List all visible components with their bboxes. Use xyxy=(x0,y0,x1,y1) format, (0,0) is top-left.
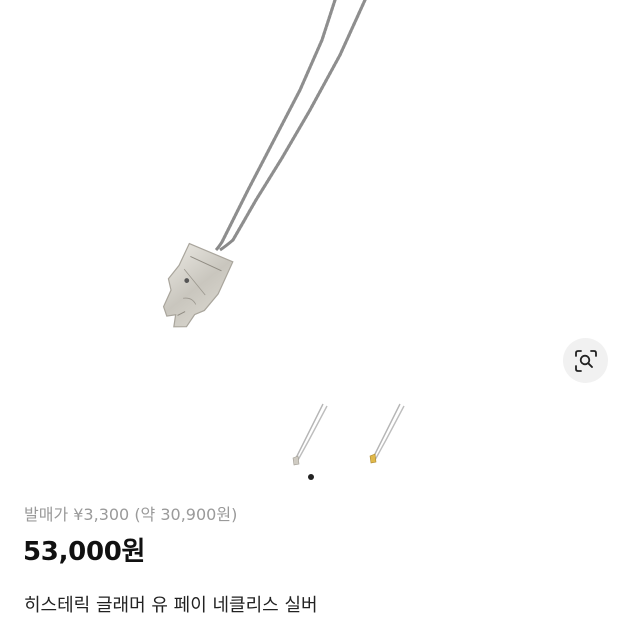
thumbnail-strip xyxy=(0,398,620,468)
product-price: 53,000원 xyxy=(23,537,146,567)
thumbnail-silver[interactable] xyxy=(275,398,345,468)
original-price: 발매가 ¥3,300 (약 30,900원) xyxy=(24,505,238,524)
product-main-image[interactable] xyxy=(0,0,620,395)
gold-necklace-thumbnail xyxy=(369,403,405,464)
product-title: 히스테릭 글래머 유 페이 네클리스 실버 xyxy=(24,595,318,616)
lens-search-button[interactable] xyxy=(563,338,608,383)
gallery-page-indicator xyxy=(308,474,314,480)
silver-necklace-thumbnail xyxy=(292,403,328,466)
necklace-image xyxy=(162,0,367,328)
lens-search-icon xyxy=(574,349,597,372)
thumbnail-gold[interactable] xyxy=(350,398,420,468)
